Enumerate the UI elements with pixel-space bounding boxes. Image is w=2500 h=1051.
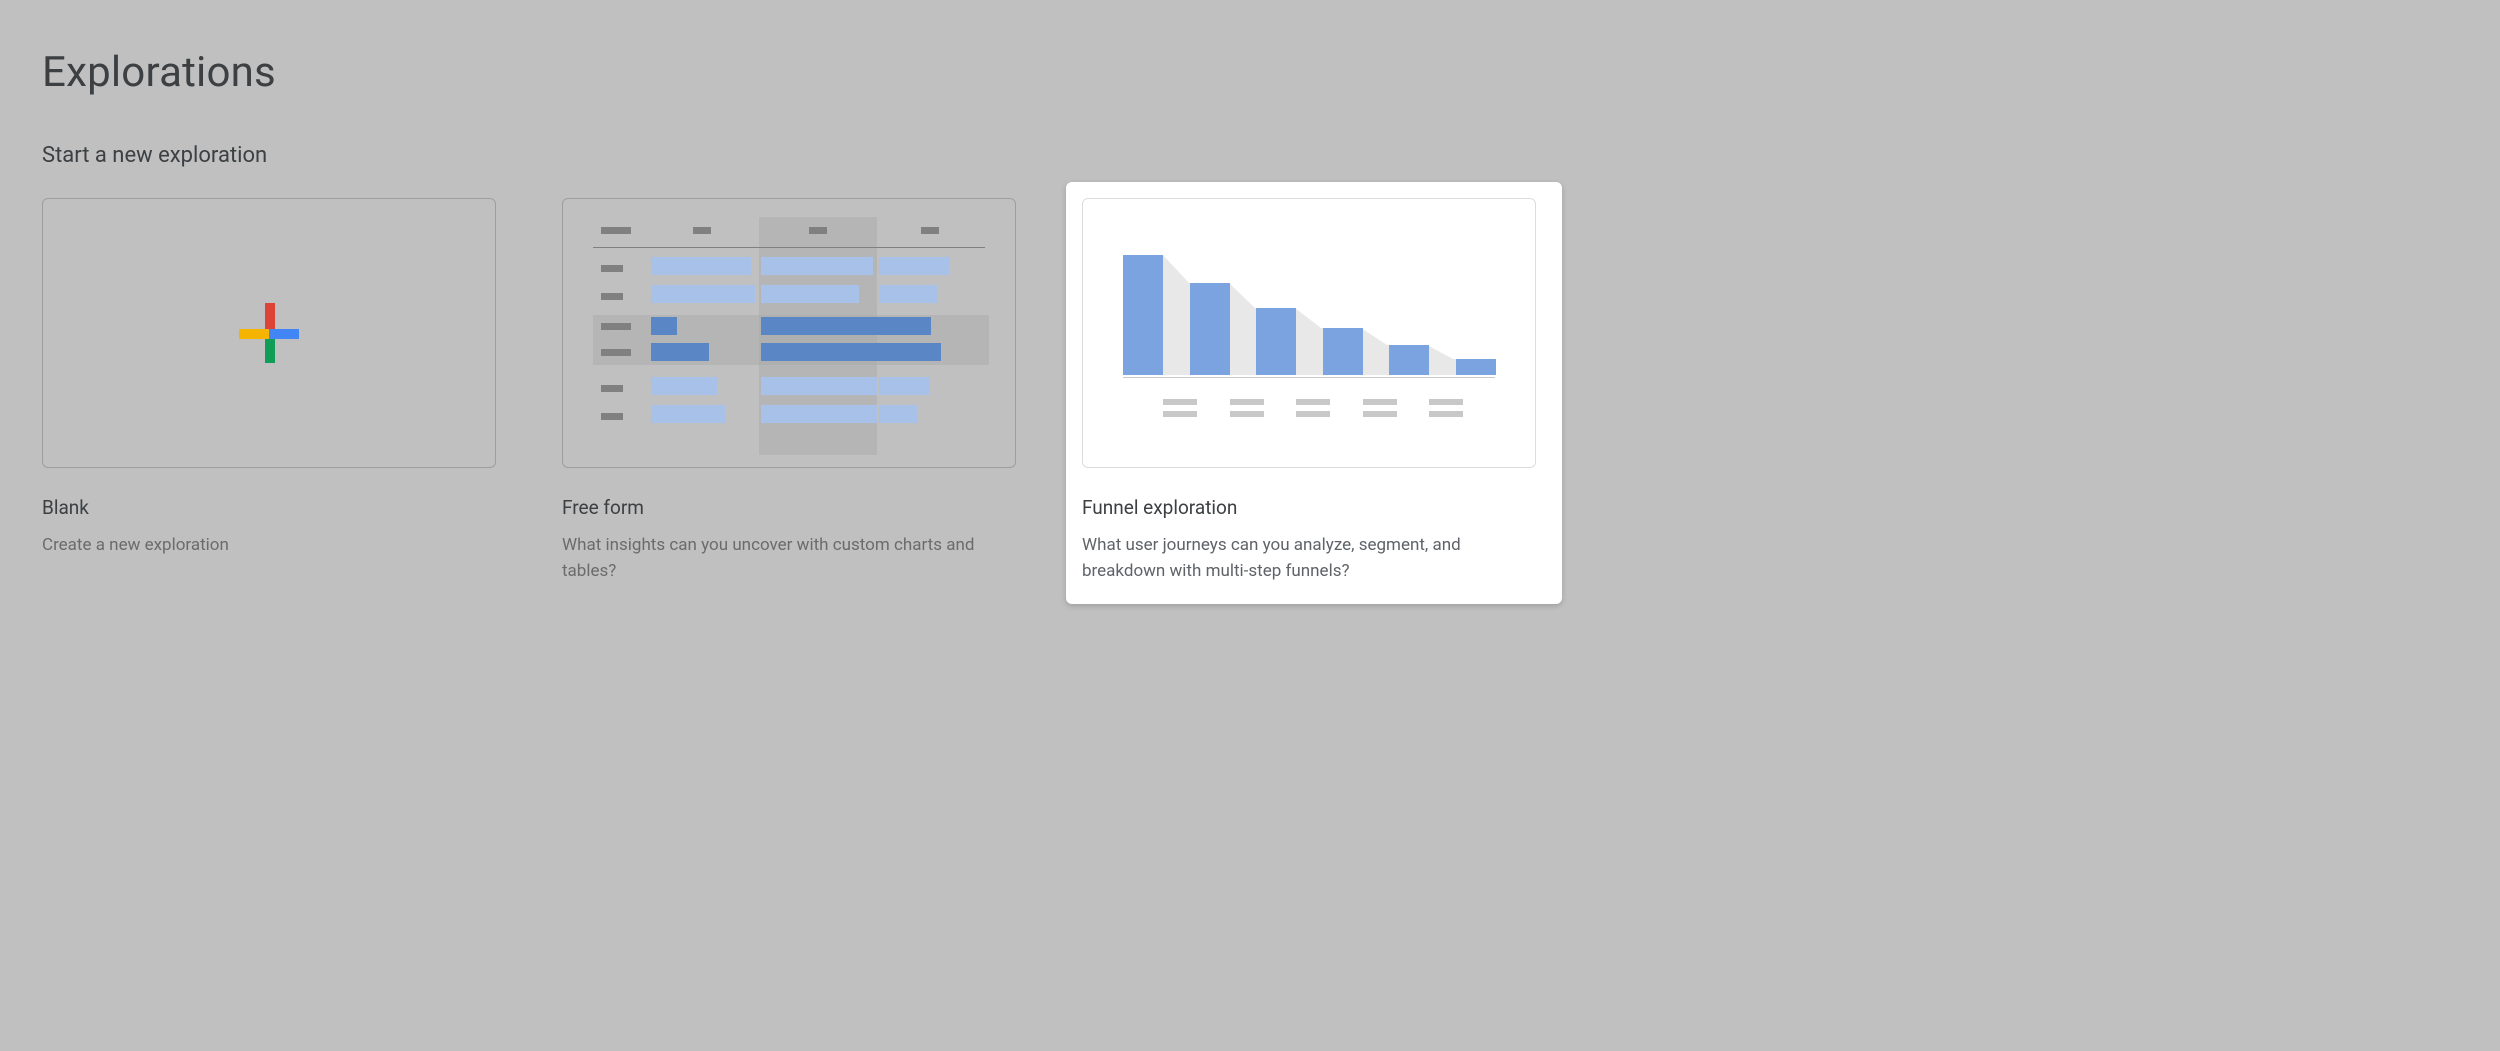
template-desc: Create a new exploration	[42, 533, 506, 559]
template-card-freeform[interactable]: Free form What insights can you uncover …	[562, 198, 1026, 584]
template-thumb-funnel	[1082, 198, 1536, 468]
plus-icon	[239, 303, 299, 363]
template-desc: What user journeys can you analyze, segm…	[1082, 533, 1546, 584]
template-cards-row: Blank Create a new exploration	[42, 198, 1546, 584]
page-title: Explorations	[42, 48, 276, 97]
template-thumb-freeform	[562, 198, 1016, 468]
section-title: Start a new exploration	[42, 143, 267, 168]
template-card-funnel[interactable]: Funnel exploration What user journeys ca…	[1066, 182, 1562, 604]
template-title: Funnel exploration	[1082, 496, 1546, 519]
template-title: Free form	[562, 496, 1026, 519]
template-title: Blank	[42, 496, 506, 519]
template-thumb-blank	[42, 198, 496, 468]
explorations-gallery: Explorations Start a new exploration Bla…	[0, 0, 1575, 663]
freeform-preview-icon	[563, 199, 1015, 467]
funnel-preview-icon	[1083, 199, 1535, 467]
template-card-blank[interactable]: Blank Create a new exploration	[42, 198, 506, 584]
template-desc: What insights can you uncover with custo…	[562, 533, 1026, 584]
